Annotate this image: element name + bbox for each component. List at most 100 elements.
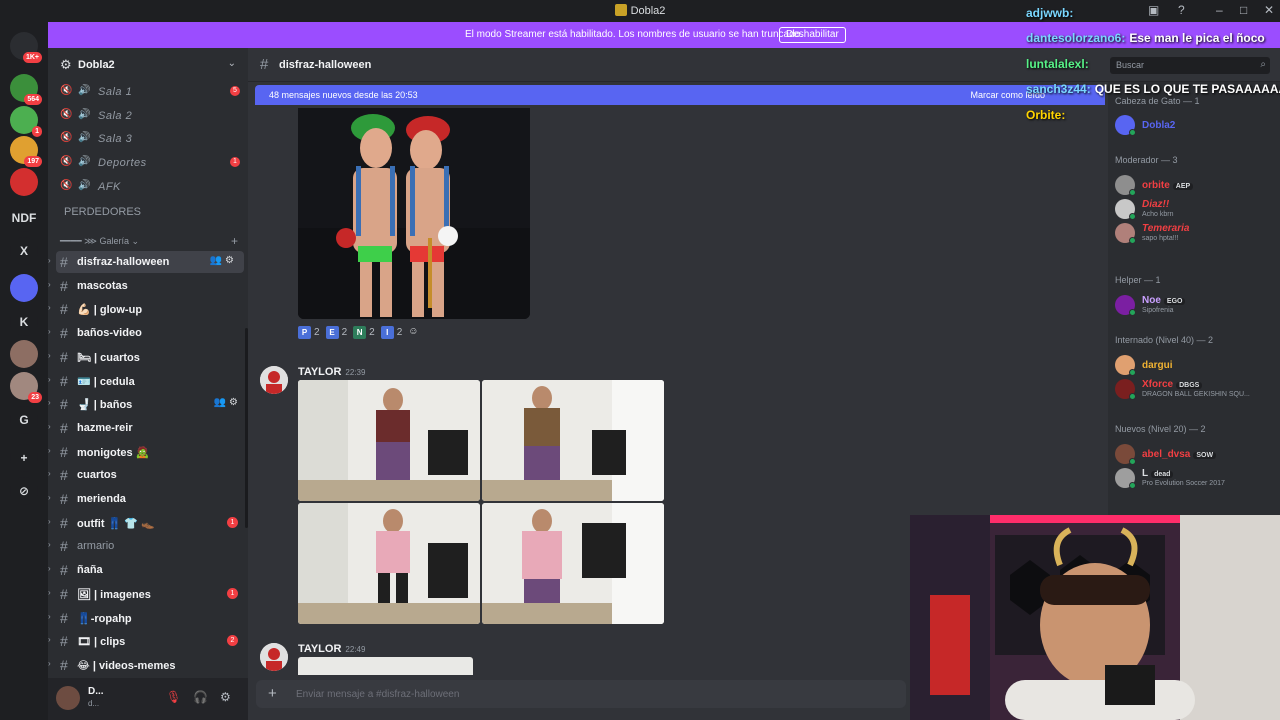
voice-channel[interactable]: 🔇 🔊 Sala 2	[60, 106, 242, 126]
deafen-icon[interactable]: 🎧	[193, 690, 208, 704]
server-icon[interactable]: K	[10, 308, 38, 336]
author-avatar[interactable]	[260, 643, 288, 671]
channel-label: armario	[77, 540, 115, 553]
channel-label: disfraz-halloween	[77, 256, 170, 268]
minimize-icon[interactable]: –	[1216, 3, 1223, 17]
hash-icon: #	[60, 633, 68, 650]
message-input[interactable]	[296, 686, 856, 702]
voice-channel-label: AFK	[98, 180, 121, 193]
mention-badge: 2	[227, 635, 238, 647]
disable-streamer-button[interactable]: Deshabilitar	[779, 27, 846, 43]
reaction-chip[interactable]: E2	[325, 326, 347, 344]
online-status-icon	[1129, 309, 1136, 316]
channel-item[interactable]: › # 💪🏻 | glow-up	[48, 298, 248, 320]
server-icon[interactable]: G	[10, 406, 38, 434]
server-icon[interactable]: +	[10, 444, 38, 472]
attachment-photo-4[interactable]	[482, 503, 664, 624]
member-name-row: abel_dvsa SOW	[1142, 449, 1217, 460]
server-label: X	[19, 244, 28, 258]
server-icon[interactable]	[10, 168, 38, 196]
reaction-chip[interactable]: I2	[380, 326, 402, 344]
server-label: G	[19, 413, 29, 427]
category-galeria[interactable]: ━━━━ ⋙ Galería ⌄ +	[60, 234, 242, 248]
reaction-chip[interactable]: N2	[353, 326, 375, 344]
channel-item[interactable]: › # ñaña	[48, 559, 248, 581]
channel-title: disfraz-halloween	[279, 59, 372, 71]
author-name[interactable]: TAYLOR	[298, 643, 341, 655]
attachment-photo-3[interactable]	[298, 503, 480, 624]
voice-channel[interactable]: 🔇 🔊 Sala 1 5	[60, 82, 242, 102]
reaction-chip[interactable]: P2	[298, 326, 320, 344]
chevron-down-icon[interactable]: ⌄	[228, 58, 236, 69]
channel-item[interactable]: › # hazme-reir	[48, 417, 248, 439]
attachment-image-costume[interactable]	[298, 108, 530, 319]
server-icon[interactable]: 197	[10, 136, 42, 167]
channel-item[interactable]: › # 🛏 | cuartos	[48, 346, 248, 368]
add-reaction-icon[interactable]: ☺	[408, 326, 418, 344]
add-channel-icon[interactable]: +	[231, 234, 238, 248]
member-item[interactable]: dargui	[1113, 352, 1278, 378]
member-item[interactable]: Dobla2	[1113, 112, 1278, 138]
server-icon[interactable]: ⊘	[10, 477, 38, 505]
channel-item[interactable]: › # cuartos	[48, 464, 248, 486]
invite-settings-icons[interactable]: 👥 ⚙	[214, 397, 238, 408]
server-icon[interactable]: NDF	[10, 204, 38, 232]
chevron-down-icon: ⌄	[131, 236, 140, 246]
invite-settings-icons[interactable]: 👥 ⚙	[210, 255, 234, 266]
voice-channel[interactable]: 🔇 🔊 Deportes 1	[60, 153, 242, 173]
server-icon[interactable]: 564	[10, 74, 42, 105]
member-item[interactable]: Xforce DBGS DRAGON BALL GEKISHIN SQU...	[1113, 376, 1278, 402]
channel-item[interactable]: › # armario	[48, 535, 248, 557]
voice-channel[interactable]: 🔇 🔊 AFK	[60, 177, 242, 197]
author-name[interactable]: TAYLOR	[298, 366, 341, 378]
close-icon[interactable]: ✕	[1264, 3, 1274, 17]
perdedores-label: PERDEDORES	[64, 206, 142, 218]
attachment-photo-2[interactable]	[482, 380, 664, 501]
member-item[interactable]: Temeraria sapo hpta!!!	[1113, 220, 1278, 246]
attachment-photo-1[interactable]	[298, 380, 480, 501]
new-messages-bar[interactable]: 48 mensajes nuevos desde las 20:53 Marca…	[255, 85, 1105, 105]
perdedores-category[interactable]: PERDEDORES	[60, 202, 242, 222]
message-author[interactable]: TAYLOR 22:49	[298, 643, 365, 655]
voice-channel[interactable]: 🔇 🔊 Sala 3	[60, 129, 242, 149]
add-attachment-icon[interactable]: +	[268, 685, 277, 702]
member-item[interactable]: Diaz!! Acho kbrn	[1113, 196, 1278, 222]
channel-item[interactable]: › # 🖼 | imagenes 1	[48, 583, 248, 605]
user-settings-icon[interactable]: ⚙	[220, 690, 231, 704]
channel-item[interactable]: › # 🚽 | baños 👥 ⚙	[48, 393, 248, 415]
maximize-icon[interactable]: □	[1240, 3, 1247, 17]
server-icon[interactable]	[10, 274, 38, 302]
channel-item[interactable]: › # 👖-ropahp	[48, 607, 248, 629]
server-icon[interactable]	[10, 340, 38, 368]
channel-item[interactable]: › # merienda	[48, 488, 248, 510]
member-name-row: Temeraria	[1142, 223, 1189, 234]
channel-item[interactable]: › # monigotes 🧟	[48, 441, 248, 463]
help-icon[interactable]: ?	[1178, 3, 1185, 17]
server-icon[interactable]: 1	[10, 106, 42, 137]
server-header[interactable]: ⚙ Dobla2 ⌄	[48, 56, 248, 76]
channel-item[interactable]: › # 😂 | videos-memes	[48, 654, 248, 676]
attachment-photo-5[interactable]	[298, 657, 473, 675]
channel-item[interactable]: › # 🪪 | cedula	[48, 370, 248, 392]
member-name: Diaz!!	[1142, 199, 1170, 210]
member-item[interactable]: orbite AEP	[1113, 172, 1278, 198]
channel-item[interactable]: › # 🎞 | clips 2	[48, 630, 248, 652]
member-item[interactable]: Ldead Pro Evolution Soccer 2017	[1113, 465, 1278, 491]
server-name: Dobla2	[78, 59, 115, 71]
channel-item[interactable]: › # disfraz-halloween 👥 ⚙	[48, 251, 244, 273]
channel-item[interactable]: › # baños-video	[48, 322, 248, 344]
user-avatar[interactable]	[56, 686, 80, 710]
search-input[interactable]: Buscar ⌕	[1110, 57, 1270, 74]
member-status: Acho kbrn	[1142, 211, 1174, 218]
member-item[interactable]: abel_dvsa SOW	[1113, 441, 1278, 467]
server-icon[interactable]: 23	[10, 372, 42, 403]
server-icon[interactable]: 1K+	[10, 32, 42, 63]
author-avatar[interactable]	[260, 366, 288, 394]
server-icon[interactable]: X	[10, 237, 38, 265]
inbox-icon[interactable]: ▣	[1148, 3, 1159, 17]
channel-item[interactable]: › # outfit 👖 👕 👞 1	[48, 512, 248, 534]
member-item[interactable]: Noe EGO Sipofrenia	[1113, 292, 1278, 318]
channel-item[interactable]: › # mascotas	[48, 275, 248, 297]
mute-mic-icon[interactable]: 🎙	[166, 690, 181, 704]
message-author[interactable]: TAYLOR 22:39	[298, 366, 365, 378]
